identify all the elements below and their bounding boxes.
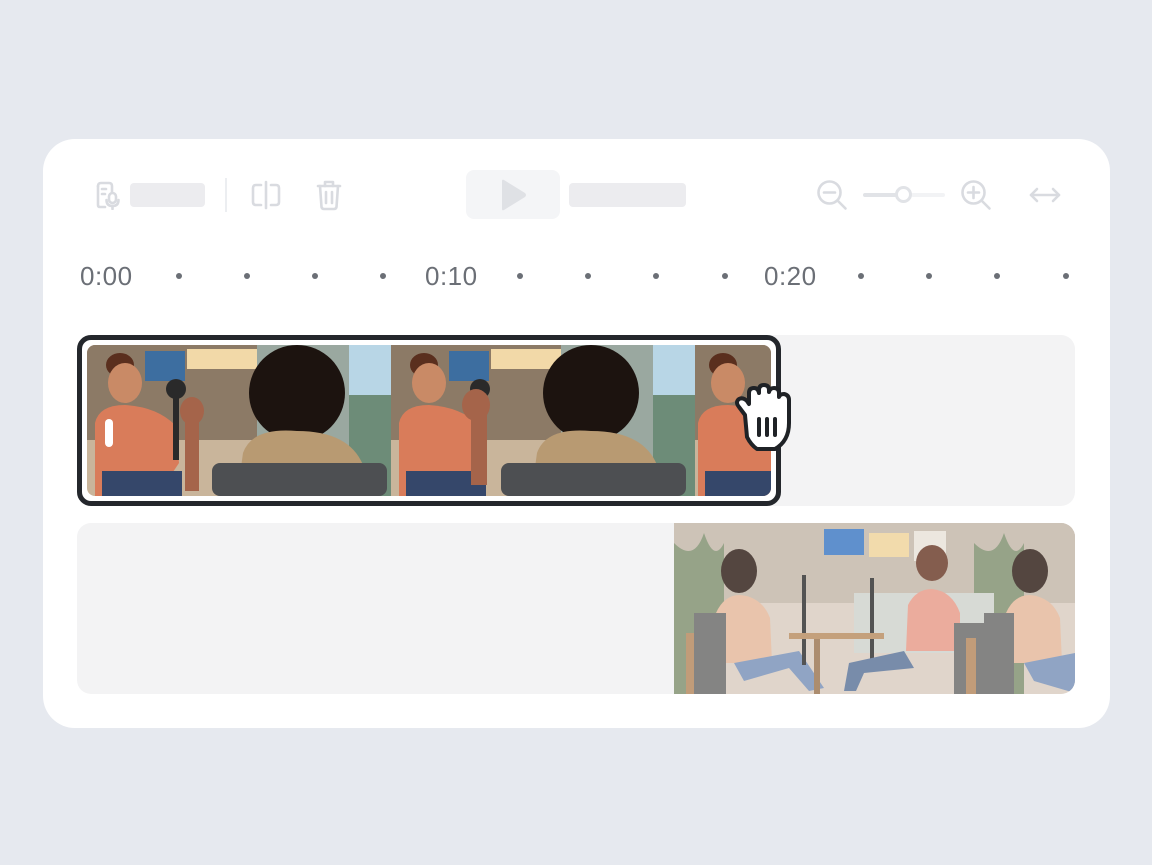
zoom-slider-knob[interactable] (895, 186, 912, 203)
fit-width-icon[interactable] (1028, 183, 1062, 207)
video-clip-2[interactable] (674, 523, 1075, 694)
ruler-tick (858, 273, 864, 279)
voiceover-label (130, 183, 205, 207)
ruler-tick (517, 273, 523, 279)
play-icon (502, 179, 526, 210)
ruler-tick (244, 273, 250, 279)
ruler-tick (653, 273, 659, 279)
toolbar-divider (225, 178, 227, 212)
ruler-label: 0:10 (425, 261, 478, 291)
ruler-tick (926, 273, 932, 279)
grab-cursor-icon (723, 379, 803, 464)
ruler-tick (994, 273, 1000, 279)
delete-icon[interactable] (314, 178, 344, 212)
zoom-out-icon[interactable] (816, 179, 848, 211)
clip-thumbnail (391, 345, 695, 496)
clip-thumbnail (87, 345, 391, 496)
toolbar (43, 139, 1110, 249)
timeline-editor: 0:00 0:10 0:20 (43, 139, 1110, 728)
ruler-tick (585, 273, 591, 279)
ruler-tick (1063, 273, 1069, 279)
clip-trim-handle-left[interactable] (105, 419, 113, 447)
voiceover-icon[interactable] (93, 179, 123, 211)
ruler-label: 0:00 (80, 261, 133, 291)
selected-video-clip[interactable] (77, 335, 781, 506)
ruler-tick (380, 273, 386, 279)
ruler-tick (176, 273, 182, 279)
split-icon[interactable] (249, 179, 283, 211)
ruler-label: 0:20 (764, 261, 817, 291)
ruler-tick (722, 273, 728, 279)
play-button[interactable] (466, 170, 560, 219)
timeline-ruler[interactable]: 0:00 0:10 0:20 (43, 249, 1110, 309)
timecode-display (569, 183, 686, 207)
ruler-tick (312, 273, 318, 279)
zoom-in-icon[interactable] (960, 179, 992, 211)
